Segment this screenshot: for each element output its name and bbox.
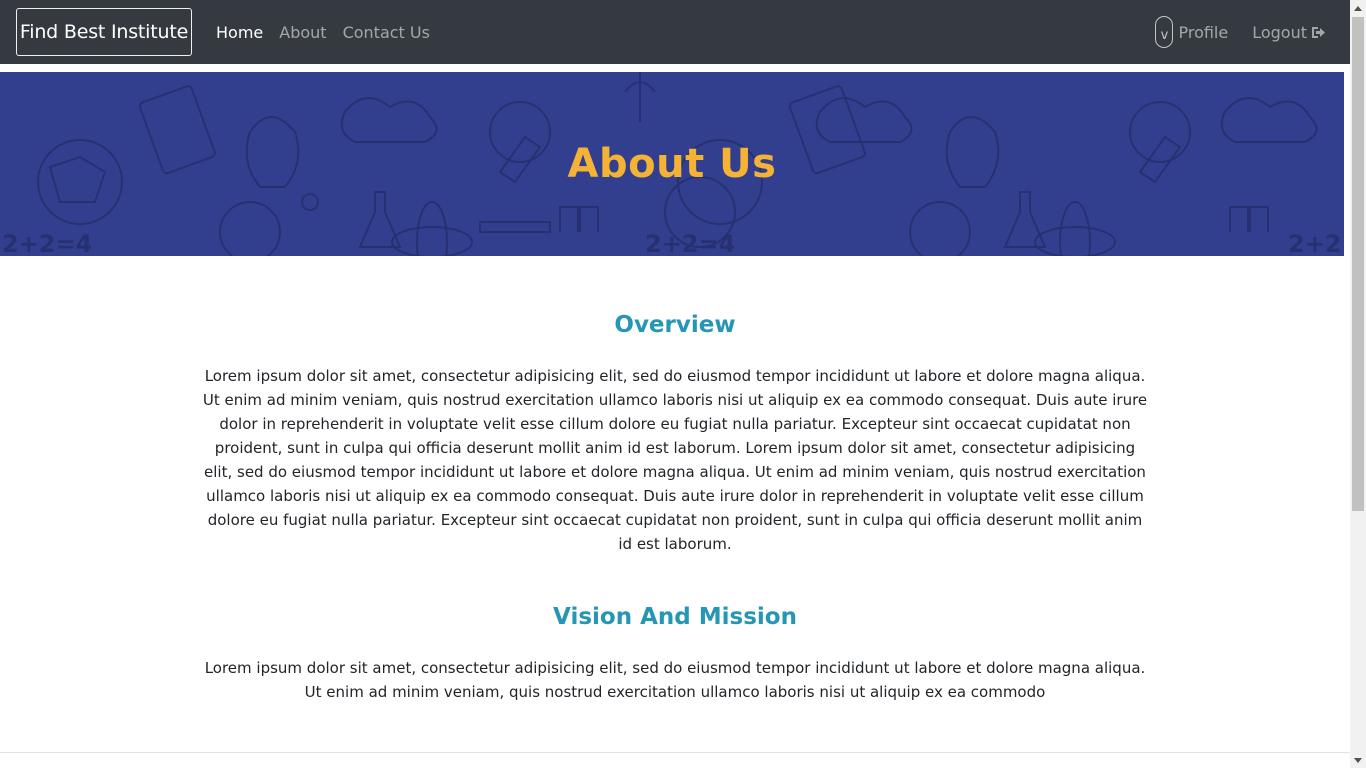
logout-link[interactable]: Logout [1252,23,1326,42]
overview-title: Overview [614,312,736,338]
profile-label: Profile [1178,22,1229,42]
scroll-up-arrow-icon[interactable] [1350,0,1366,16]
vertical-scrollbar[interactable] [1350,0,1366,768]
hero-banner: 2+2=4 2+2=4 2+2 About Us [0,72,1344,256]
divider [0,752,1350,753]
nav-link-contact[interactable]: Contact Us [343,23,430,42]
vision-mission-title: Vision And Mission [553,604,797,630]
hero-title: About Us [567,141,777,187]
scrollbar-thumb[interactable] [1352,17,1364,511]
sign-out-icon [1312,26,1325,38]
overview-text: Lorem ipsum dolor sit amet, consectetur … [202,367,1148,553]
logout-label: Logout [1252,22,1307,42]
profile-link[interactable]: v Profile [1155,16,1228,48]
vision-mission-text: Lorem ipsum dolor sit amet, consectetur … [204,659,1146,701]
brand-logo[interactable]: Find Best Institute [16,8,192,56]
avatar: v [1155,16,1174,48]
nav-link-home[interactable]: Home [216,23,263,42]
scroll-down-arrow-icon[interactable] [1350,752,1366,768]
nav-link-about[interactable]: About [279,23,326,42]
nav-links: Home About Contact Us [216,0,430,64]
navbar: Find Best Institute Home About Contact U… [0,0,1350,64]
nav-right: v Profile Logout [1155,0,1326,64]
